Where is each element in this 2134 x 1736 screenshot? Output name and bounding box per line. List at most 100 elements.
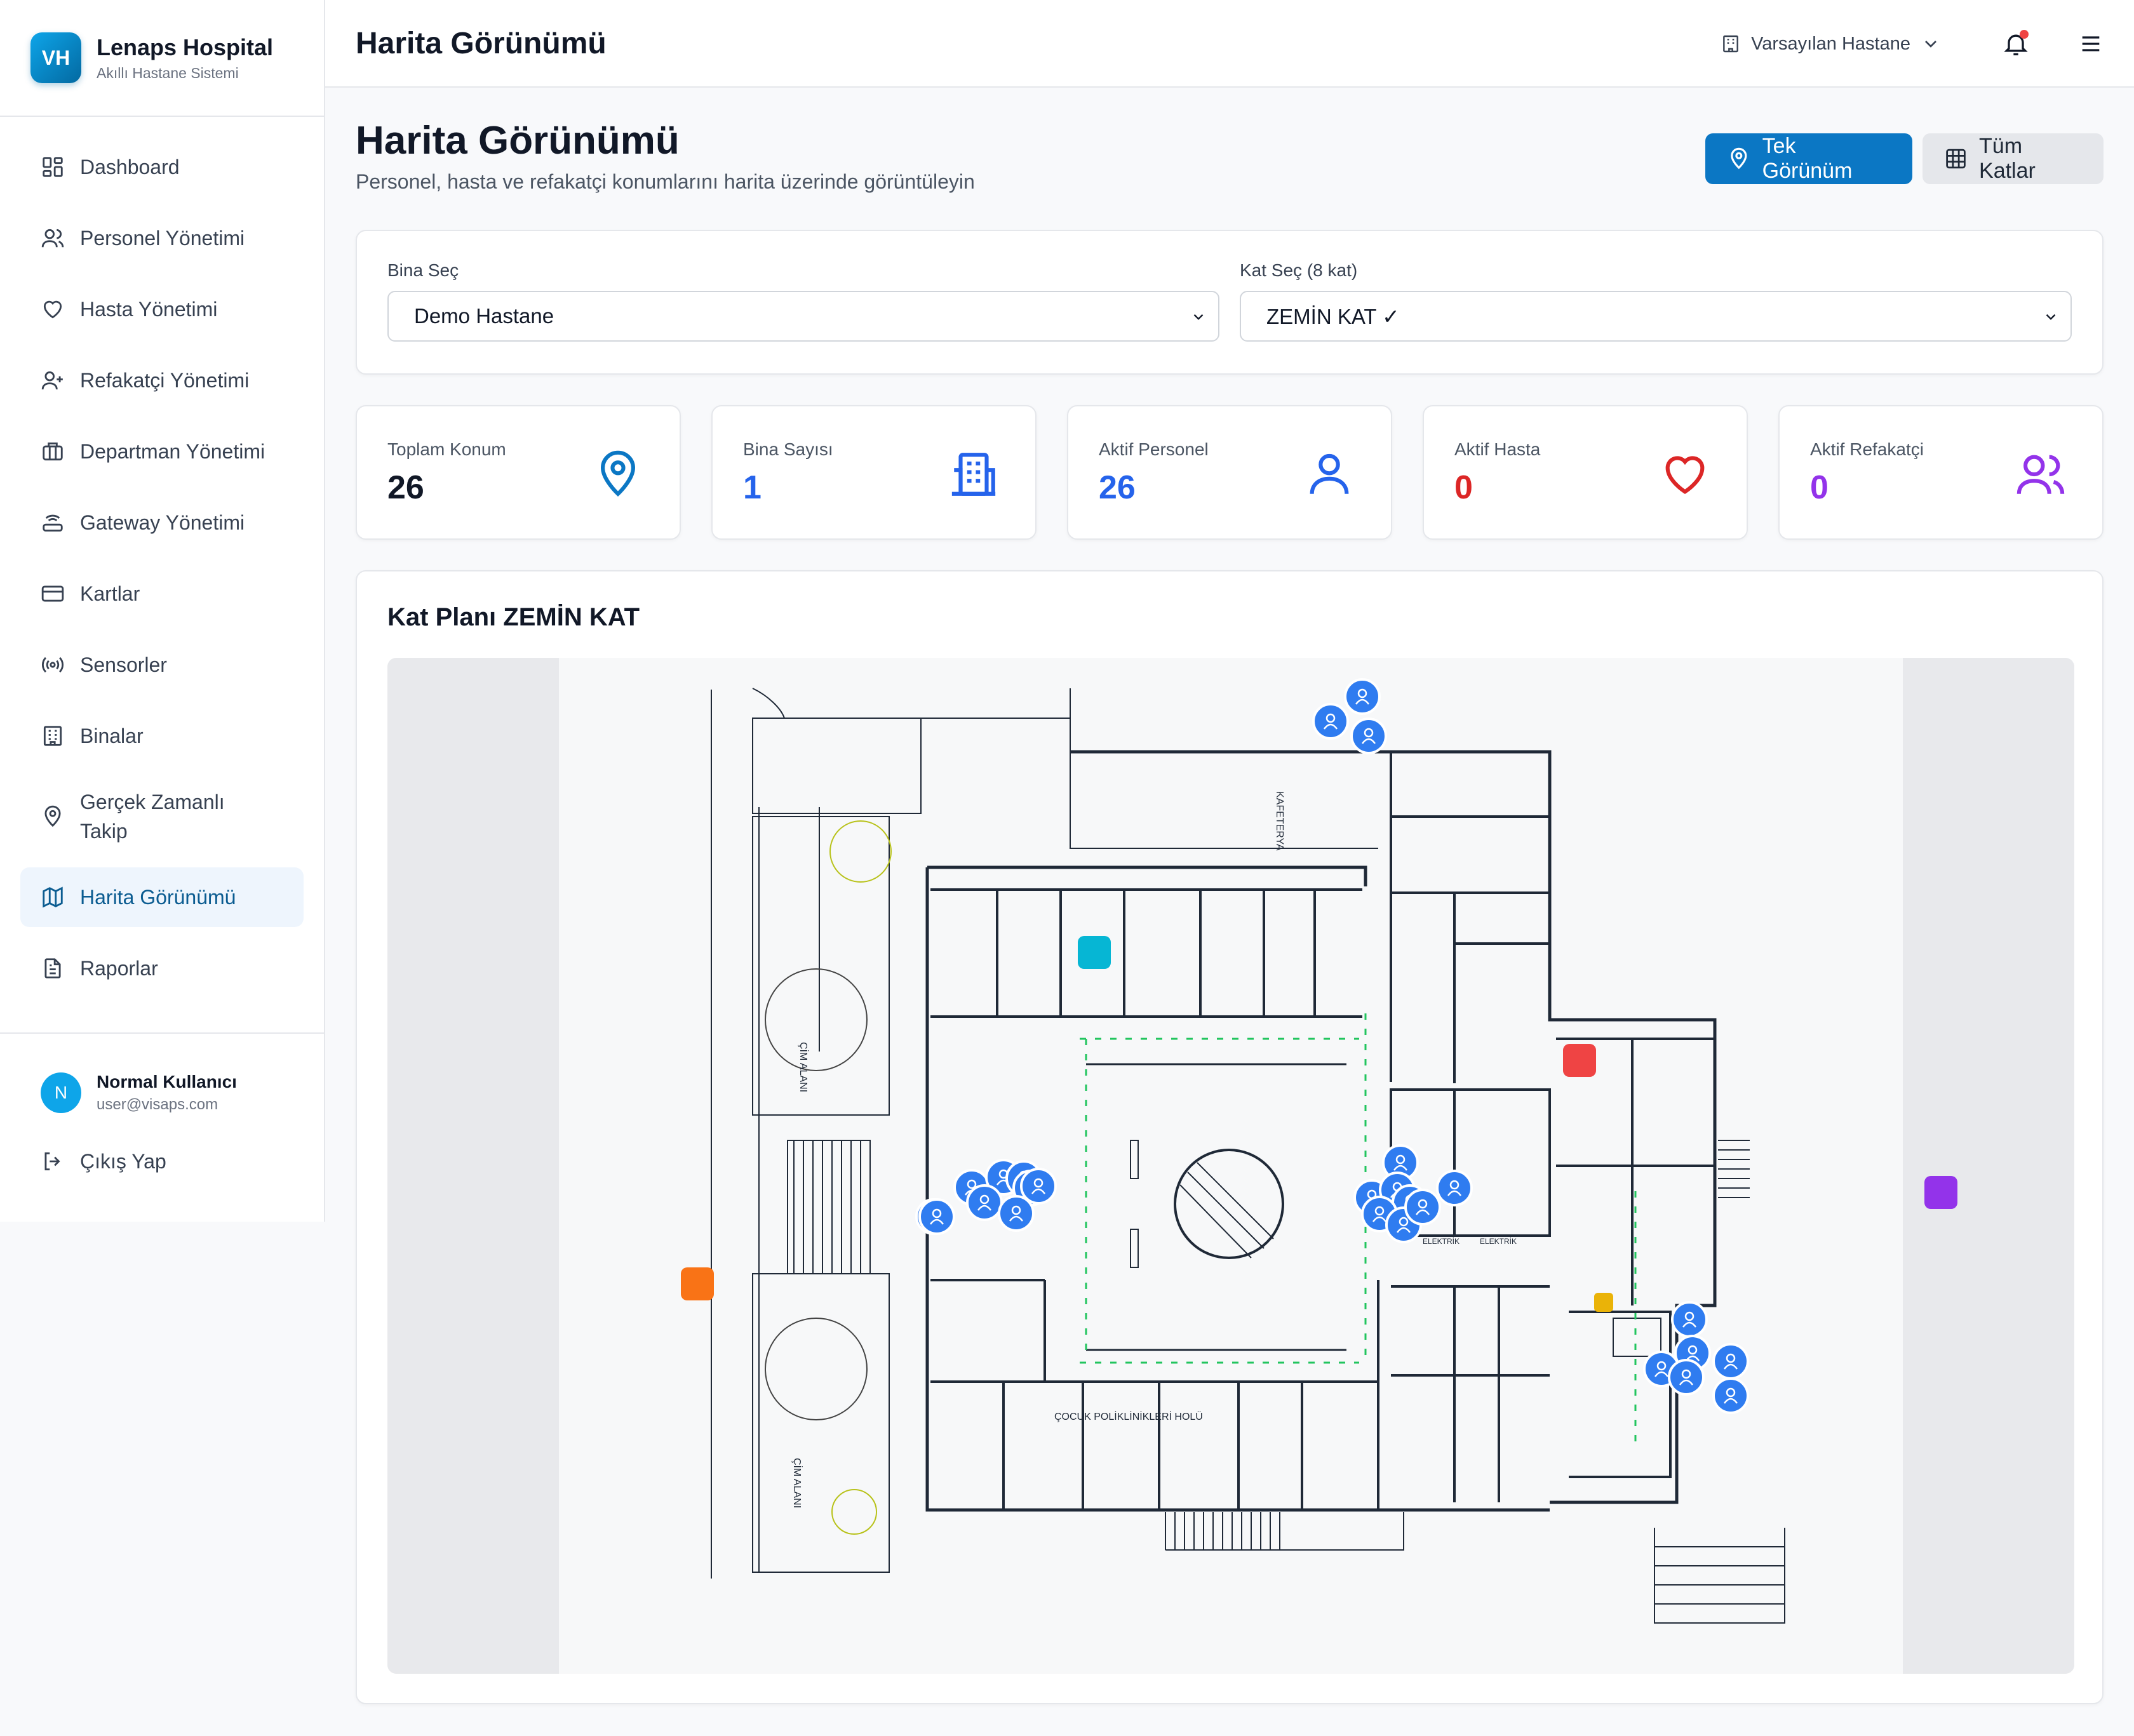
topbar-title: Harita Görünümü (356, 26, 607, 60)
building-select-value: Demo Hastane (414, 304, 554, 328)
map-title: Kat Planı ZEMİN KAT (387, 603, 640, 631)
map-icon (43, 886, 63, 908)
personnel-marker[interactable] (1312, 703, 1349, 740)
briefcase-icon (43, 442, 63, 461)
sidebar-item-label: Binalar (80, 724, 144, 747)
sidebar-item-label: Gerçek Zamanlı Takip (80, 791, 225, 843)
sidebar-item-label: Sensorler (80, 653, 167, 676)
personnel-marker[interactable] (1712, 1343, 1749, 1380)
floor-select-value: ZEMİN KAT ✓ (1266, 304, 1400, 328)
personnel-marker[interactable] (918, 1198, 955, 1235)
user-profile[interactable]: N Normal Kullanıcı user@visaps.com (0, 1034, 324, 1114)
sidebar-item-harita-gorunumu[interactable]: Harita Görünümü (20, 867, 304, 927)
hospital-select[interactable]: Varsayılan Hastane (1710, 34, 1951, 55)
logout-label: Çıkış Yap (80, 1149, 166, 1173)
sidebar-item-label: Refakatçi Yönetimi (80, 369, 250, 392)
floor-select[interactable]: ZEMİN KAT ✓ (1240, 291, 2072, 342)
stat-value: 0 (1454, 469, 1473, 506)
svg-text:ELEKTRİK: ELEKTRİK (1480, 1237, 1517, 1246)
filter-card: Bina Seç Demo Hastane Kat Seç (8 kat) ZE… (356, 230, 2104, 375)
map-pin-icon (601, 450, 635, 497)
sidebar-item-gercek-zamanli-takip[interactable]: Gerçek Zamanlı Takip (20, 777, 304, 856)
stat-card-active-patients: Aktif Hasta 0 (1423, 405, 1748, 540)
sidebar-item-personel[interactable]: Personel Yönetimi (20, 208, 304, 268)
building-icon (43, 726, 62, 746)
menu-icon[interactable] (2078, 31, 2104, 57)
brand-subtitle: Akıllı Hastane Sistemi (97, 64, 239, 81)
user-name: Normal Kullanıcı (97, 1072, 237, 1092)
stat-card-buildings: Bina Sayısı 1 (711, 405, 1037, 540)
map-pin-icon (1731, 147, 1747, 170)
sidebar-item-kartlar[interactable]: Kartlar (20, 564, 304, 624)
sidebar-item-label: Departman Yönetimi (80, 440, 265, 463)
logout-icon (44, 1152, 60, 1171)
notification-dot (2020, 30, 2029, 39)
all-floors-button[interactable]: Tüm Katlar (1923, 133, 2104, 184)
floor-label: Kat Seç (8 kat) (1240, 260, 1358, 280)
notifications-button[interactable] (2002, 30, 2030, 58)
sidebar: VH Lenaps Hospital Akıllı Hastane Sistem… (0, 0, 325, 1222)
sidebar-item-label: Harita Görünümü (80, 886, 236, 909)
user-email: user@visaps.com (97, 1096, 218, 1113)
users-icon (2017, 455, 2065, 495)
map-pin-icon (44, 805, 61, 827)
stat-value: 0 (1810, 469, 1829, 506)
personnel-marker[interactable] (1020, 1168, 1057, 1205)
personnel-marker[interactable] (1671, 1301, 1708, 1338)
stat-value: 26 (1099, 469, 1136, 506)
personnel-marker[interactable] (1436, 1170, 1473, 1206)
stat-value: 26 (387, 469, 424, 506)
sidebar-nav: Dashboard Personel Yönetimi Hasta Yöneti… (0, 117, 324, 1034)
report-icon (44, 958, 61, 978)
building-icon (1723, 35, 1738, 53)
heart-icon (43, 300, 62, 319)
sidebar-item-raporlar[interactable]: Raporlar (20, 938, 304, 998)
svg-text:KAFETERYA: KAFETERYA (1274, 791, 1285, 851)
single-view-label: Tek Görünüm (1762, 134, 1853, 183)
chevron-down-icon (2046, 314, 2056, 320)
svg-text:ÇİM ALANI: ÇİM ALANI (791, 1458, 803, 1508)
topbar: Harita Görünümü Varsayılan Hastane (325, 0, 2134, 88)
building-select[interactable]: Demo Hastane (387, 291, 1219, 342)
brand[interactable]: VH Lenaps Hospital Akıllı Hastane Sistem… (0, 0, 324, 117)
building-icon (951, 453, 996, 496)
page-title: Harita Görünümü (356, 119, 680, 163)
sidebar-item-sensorler[interactable]: Sensorler (20, 635, 304, 695)
user-plus-icon (41, 371, 63, 390)
heart-icon (1665, 456, 1705, 494)
stat-card-active-personnel: Aktif Personel 26 (1067, 405, 1392, 540)
sidebar-item-dashboard[interactable]: Dashboard (20, 137, 304, 197)
sidebar-item-departman[interactable]: Departman Yönetimi (20, 422, 304, 481)
chevron-down-icon (1925, 41, 1936, 48)
svg-text:ELEKTRİK: ELEKTRİK (1423, 1237, 1460, 1246)
personnel-marker[interactable] (1344, 678, 1381, 715)
personnel-marker[interactable] (966, 1184, 1003, 1221)
sidebar-item-label: Raporlar (80, 957, 158, 980)
logout-button[interactable]: Çıkış Yap (0, 1114, 324, 1173)
sidebar-item-binalar[interactable]: Binalar (20, 706, 304, 766)
brand-title: Lenaps Hospital (97, 34, 274, 60)
personnel-marker[interactable] (1712, 1377, 1749, 1414)
sidebar-item-hasta[interactable]: Hasta Yönetimi (20, 279, 304, 339)
sidebar-item-label: Gateway Yönetimi (80, 511, 245, 534)
grid-icon (1946, 149, 1966, 169)
floor-plan: KAFETERYA ÇİM ALANI ÇİM ALANI ÇOCUK POLİ… (387, 658, 2074, 1674)
map-card: Kat Planı ZEMİN KAT KAFETERYA ÇİM ALANI … (356, 570, 2104, 1704)
sidebar-item-refakatci[interactable]: Refakatçi Yönetimi (20, 351, 304, 410)
single-view-button[interactable]: Tek Görünüm (1705, 133, 1912, 184)
router-icon (43, 514, 63, 532)
personnel-marker[interactable] (1668, 1359, 1705, 1396)
stat-label: Bina Sayısı (743, 439, 833, 459)
sidebar-item-gateway[interactable]: Gateway Yönetimi (20, 493, 304, 552)
floor-plan-map[interactable]: KAFETERYA ÇİM ALANI ÇİM ALANI ÇOCUK POLİ… (387, 658, 2074, 1674)
personnel-marker[interactable] (1404, 1189, 1441, 1225)
stat-label: Aktif Hasta (1454, 439, 1541, 459)
sidebar-item-label: Kartlar (80, 582, 140, 605)
stat-card-active-companions: Aktif Refakatçi 0 (1778, 405, 2104, 540)
stat-label: Aktif Personel (1099, 439, 1209, 459)
page-subtitle: Personel, hasta ve refakatçi konumlarını… (356, 170, 975, 193)
personnel-marker[interactable] (1350, 718, 1387, 754)
floor-field: Kat Seç (8 kat) ZEMİN KAT ✓ (1240, 260, 2072, 342)
avatar: N (41, 1072, 81, 1113)
svg-text:ÇİM ALANI: ÇİM ALANI (798, 1042, 810, 1092)
